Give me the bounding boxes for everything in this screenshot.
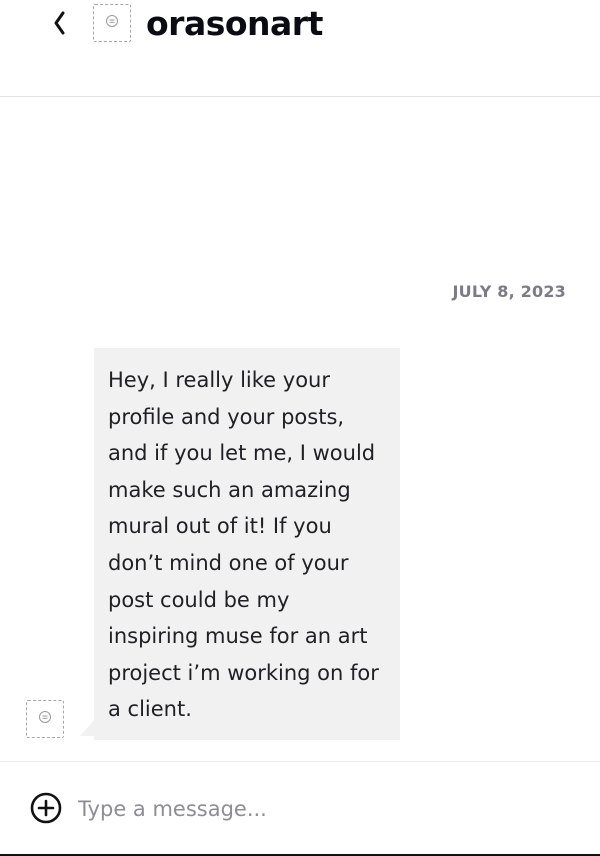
avatar-placeholder-icon bbox=[105, 14, 119, 33]
date-separator: JULY 8, 2023 bbox=[452, 282, 566, 301]
header-avatar[interactable] bbox=[93, 4, 131, 42]
message-input[interactable] bbox=[78, 789, 558, 829]
message-composer bbox=[0, 761, 600, 854]
message-bubble-tail bbox=[80, 716, 98, 736]
message-bubble[interactable]: Hey, I really like your profile and your… bbox=[94, 348, 400, 740]
chevron-left-icon bbox=[52, 10, 66, 41]
avatar-placeholder-icon bbox=[38, 710, 52, 729]
conversation-title[interactable]: orasonart bbox=[146, 2, 323, 46]
chat-header: orasonart bbox=[0, 0, 600, 97]
sender-avatar[interactable] bbox=[26, 700, 64, 738]
message-text: Hey, I really like your profile and your… bbox=[108, 368, 379, 722]
plus-circle-icon bbox=[30, 792, 62, 829]
add-attachment-button[interactable] bbox=[30, 792, 62, 829]
back-button[interactable] bbox=[44, 6, 74, 44]
